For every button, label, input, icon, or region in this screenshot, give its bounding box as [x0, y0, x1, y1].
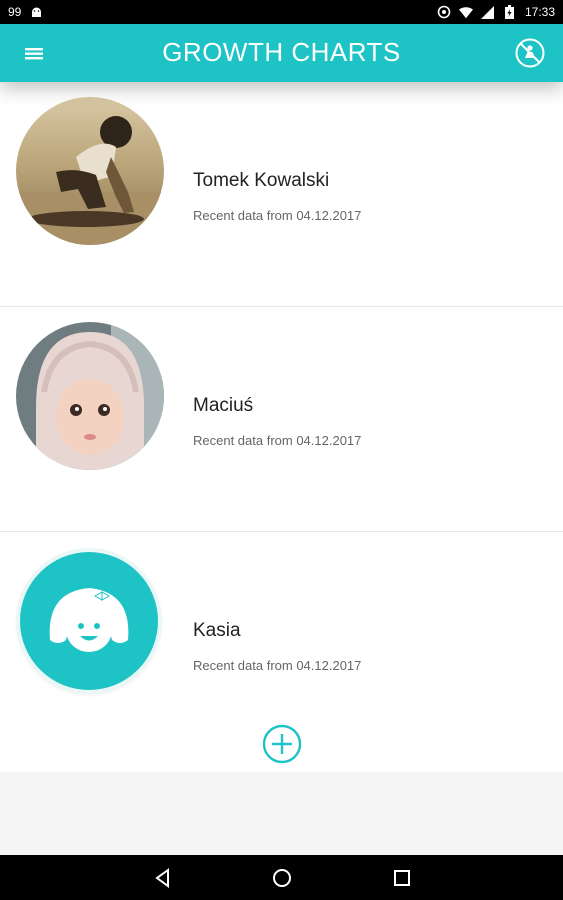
clock: 17:33	[524, 5, 555, 19]
child-card[interactable]: Tomek Kowalski Recent data from 04.12.20…	[0, 82, 563, 307]
notification-count: 99	[8, 5, 22, 19]
back-triangle-icon	[155, 868, 169, 888]
switch-profile-button[interactable]	[515, 38, 545, 68]
app-title: GROWTH CHARTS	[162, 37, 401, 67]
child-recent-data: Recent data from 04.12.2017	[193, 433, 362, 448]
battery-icon	[503, 5, 517, 19]
add-circle-icon	[262, 724, 302, 764]
no-person-icon	[515, 38, 545, 68]
add-child-button[interactable]	[262, 724, 302, 764]
child-recent-data: Recent data from 04.12.2017	[193, 658, 362, 673]
girl-face-icon	[20, 552, 158, 690]
status-bar: 99 17:33	[0, 0, 563, 24]
navigation-bar	[0, 855, 563, 900]
signal-icon	[481, 5, 495, 19]
children-list: Tomek Kowalski Recent data from 04.12.20…	[0, 82, 563, 772]
android-icon	[29, 5, 43, 19]
child-card[interactable]: Maciuś Recent data from 04.12.2017	[0, 307, 563, 532]
child-avatar-photo	[16, 322, 164, 470]
data-saver-icon	[437, 5, 451, 19]
child-avatar-photo	[16, 97, 164, 245]
wifi-icon	[458, 5, 473, 19]
back-button[interactable]	[152, 867, 174, 889]
home-button[interactable]	[271, 867, 293, 889]
child-recent-data: Recent data from 04.12.2017	[193, 208, 362, 223]
home-circle-icon	[273, 869, 291, 887]
recents-square-icon	[394, 870, 410, 886]
child-name: Kasia	[193, 620, 241, 641]
child-name: Tomek Kowalski	[193, 170, 330, 191]
recents-button[interactable]	[391, 867, 413, 889]
empty-footer-area	[0, 772, 563, 855]
child-name: Maciuś	[193, 395, 254, 416]
app-bar: GROWTH CHARTS	[0, 24, 563, 82]
